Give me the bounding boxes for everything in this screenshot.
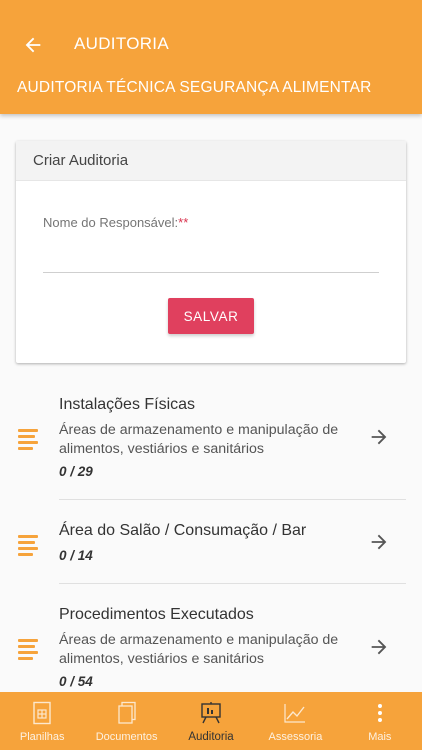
nav-label: Auditoria — [188, 731, 234, 743]
app-bar: AUDITORIA AUDITORIA TÉCNICA SEGURANÇA AL… — [0, 0, 422, 114]
required-marker: ** — [178, 215, 189, 230]
nav-tab-documentos[interactable]: Documentos — [84, 692, 168, 750]
section-title: Área do Salão / Consumação / Bar — [59, 522, 307, 539]
section-progress-count: 0 / 54 — [59, 674, 93, 689]
card-title: Criar Auditoria — [16, 141, 406, 181]
responsible-name-input[interactable] — [43, 237, 379, 273]
documents-icon — [115, 700, 139, 726]
spreadsheet-icon — [30, 700, 54, 726]
list-lines-icon — [18, 535, 40, 556]
more-vertical-icon — [368, 700, 392, 726]
divider — [59, 583, 406, 584]
page-subtitle: AUDITORIA TÉCNICA SEGURANÇA ALIMENTAR — [17, 79, 372, 96]
save-button[interactable]: SALVAR — [168, 298, 254, 334]
section-description: Áreas de armazenamento e manipulação de … — [59, 632, 339, 667]
content-area[interactable]: Criar Auditoria Nome do Responsável:** S… — [0, 114, 422, 692]
section-title: Procedimentos Executados — [59, 606, 254, 623]
bottom-navigation: Planilhas Documentos Auditoria Assessori… — [0, 692, 422, 750]
divider — [59, 499, 406, 500]
nav-tab-assessoria[interactable]: Assessoria — [253, 692, 337, 750]
create-audit-card: Criar Auditoria Nome do Responsável:** S… — [16, 141, 406, 363]
nav-tab-planilhas[interactable]: Planilhas — [0, 692, 84, 750]
nav-tab-mais[interactable]: Mais — [338, 692, 422, 750]
nav-label: Documentos — [95, 731, 158, 743]
nav-label: Mais — [368, 731, 392, 743]
list-lines-icon — [18, 639, 40, 660]
section-description: Áreas de armazenamento e manipulação de … — [59, 422, 339, 457]
arrow-right-icon[interactable] — [368, 636, 390, 658]
page-title: AUDITORIA — [74, 34, 169, 53]
nav-label: Assessoria — [268, 731, 323, 743]
audit-board-icon — [199, 700, 223, 726]
nav-label: Planilhas — [19, 731, 65, 743]
nav-tab-auditoria[interactable]: Auditoria — [169, 692, 253, 750]
list-lines-icon — [18, 429, 40, 450]
section-progress-count: 0 / 29 — [59, 464, 93, 479]
responsible-label: Nome do Responsável:** — [43, 215, 188, 230]
chart-line-icon — [283, 700, 307, 726]
responsible-label-text: Nome do Responsável: — [43, 215, 179, 230]
back-button[interactable] — [18, 30, 48, 60]
section-progress-count: 0 / 14 — [59, 548, 93, 563]
section-title: Instalações Físicas — [59, 396, 196, 413]
arrow-left-icon — [25, 37, 41, 53]
arrow-right-icon[interactable] — [368, 426, 390, 448]
arrow-right-icon[interactable] — [368, 531, 390, 553]
